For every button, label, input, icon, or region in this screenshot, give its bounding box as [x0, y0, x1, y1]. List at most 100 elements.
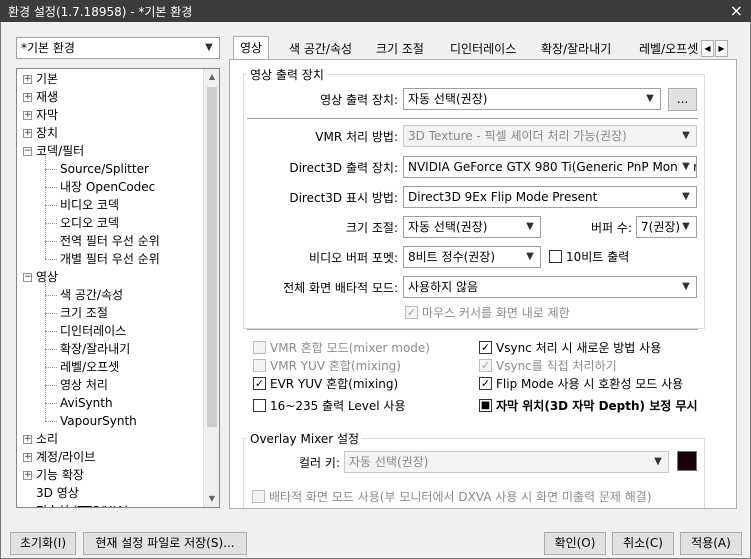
- collapse-icon[interactable]: −: [23, 147, 32, 156]
- tree-item[interactable]: 색 공간/속성: [60, 286, 123, 304]
- tree-item-label: 개별 필터 우선 순위: [60, 252, 160, 266]
- output-device-more-button[interactable]: ...: [668, 88, 697, 111]
- tab-level-offset[interactable]: 레벨/오프셋: [633, 38, 701, 60]
- tree-item-label: 색 공간/속성: [60, 288, 124, 302]
- evr-yuv-checkbox[interactable]: ✓ EVR YUV 혼합(mixing): [253, 376, 398, 392]
- profile-select[interactable]: *기본 환경 ▼: [16, 37, 220, 59]
- tab-scroll-right-icon[interactable]: ▶: [715, 40, 728, 57]
- check-icon[interactable]: ✓: [405, 306, 418, 319]
- expand-icon[interactable]: +: [23, 75, 32, 84]
- tree-item[interactable]: 크기 조절: [60, 304, 108, 322]
- subtitle-depth-checkbox[interactable]: ■ 자막 위치(3D 자막 Depth) 보정 무시: [479, 398, 698, 414]
- check-icon[interactable]: ✓: [479, 377, 492, 390]
- tree-item[interactable]: − 코덱/필터: [23, 142, 84, 160]
- tree-item[interactable]: + 자막: [23, 106, 58, 124]
- chevron-down-icon: ▼: [526, 221, 534, 232]
- exclusive-mode-select[interactable]: 사용하지 않음 ▼: [403, 276, 697, 298]
- buffer-format-select[interactable]: 8비트 정수(권장) ▼: [403, 246, 541, 268]
- expand-icon[interactable]: +: [23, 453, 32, 462]
- resize-select[interactable]: 자동 선택(권장) ▼: [403, 216, 541, 238]
- tree-item[interactable]: Source/Splitter: [60, 160, 149, 178]
- close-icon[interactable]: ×: [730, 1, 743, 20]
- tree-item[interactable]: 3D 영상: [23, 484, 79, 502]
- tab-resize[interactable]: 크기 조절: [370, 38, 430, 60]
- tab-expand-crop[interactable]: 확장/잘라내기: [535, 38, 617, 60]
- tree-item-label: 전송설 (TTS/UIA): [36, 504, 129, 507]
- color-key-select[interactable]: 자동 선택(권장) ▼: [344, 451, 669, 473]
- check-icon[interactable]: ✓: [253, 377, 266, 390]
- checkbox-box[interactable]: [253, 341, 266, 354]
- expand-icon[interactable]: +: [23, 111, 32, 120]
- mouse-confine-checkbox[interactable]: ✓ 마우스 커서를 화면 내로 제한: [405, 305, 570, 321]
- tree-item[interactable]: + 재생: [23, 88, 58, 106]
- tree-item-label: 레벨/오프셋: [60, 360, 120, 374]
- tree-item[interactable]: − 영상: [23, 268, 58, 286]
- tree-item[interactable]: + 계정/라이브: [23, 448, 95, 466]
- vmr-method-value: 3D Texture - 픽셀 셰이더 처리 가능(권장): [408, 129, 627, 143]
- tree-item[interactable]: 비디오 코덱: [60, 196, 119, 214]
- check-icon[interactable]: ✓: [479, 359, 492, 372]
- ok-button[interactable]: 확인(O): [544, 532, 606, 555]
- tab-deinterlace[interactable]: 디인터레이스: [444, 38, 522, 60]
- vmr-mixer-checkbox[interactable]: VMR 혼합 모드(mixer mode): [253, 340, 430, 356]
- tree-scrollbar[interactable]: ▲ ▼: [203, 69, 219, 507]
- checkbox-box[interactable]: [252, 490, 265, 503]
- tree-item[interactable]: + 전송설 (TTS/UIA): [23, 502, 129, 508]
- d3d-device-select[interactable]: NVIDIA GeForce GTX 980 Ti(Generic PnP Mo…: [403, 156, 697, 178]
- tree-connector: [45, 403, 57, 404]
- scroll-up-icon[interactable]: ▲: [204, 69, 219, 85]
- tree-item[interactable]: 내장 OpenCodec: [60, 178, 155, 196]
- checkbox-box[interactable]: [253, 399, 266, 412]
- checkbox-box[interactable]: [253, 359, 266, 372]
- collapse-icon[interactable]: −: [23, 273, 32, 282]
- scroll-down-icon[interactable]: ▼: [204, 491, 219, 507]
- vmr-yuv-checkbox[interactable]: VMR YUV 혼합(mixing): [253, 358, 401, 374]
- tree-item-label: 크기 조절: [60, 306, 108, 320]
- scroll-thumb[interactable]: [207, 87, 217, 427]
- tree-item[interactable]: 오디오 코덱: [60, 214, 119, 232]
- tree-item-label: 계정/라이브: [36, 450, 96, 464]
- tree-item[interactable]: 레벨/오프셋: [60, 358, 119, 376]
- tree-item[interactable]: + 장치: [23, 124, 58, 142]
- cancel-button[interactable]: 취소(C): [612, 532, 674, 555]
- color-key-swatch[interactable]: [677, 451, 697, 471]
- tree-item[interactable]: 확장/잘라내기: [60, 340, 130, 358]
- tree-item[interactable]: + 기본: [23, 70, 58, 88]
- check-icon[interactable]: ✓: [479, 341, 492, 354]
- vmr-method-select[interactable]: 3D Texture - 픽셀 셰이더 처리 가능(권장) ▼: [403, 125, 697, 147]
- expand-icon[interactable]: +: [24, 507, 32, 508]
- tree-item[interactable]: 디인터레이스: [60, 322, 126, 340]
- tree-item[interactable]: + 기능 확장: [23, 466, 84, 484]
- tree-item[interactable]: AviSynth: [60, 394, 113, 412]
- tree-item[interactable]: 개별 필터 우선 순위: [60, 250, 160, 268]
- exclusive-dxva-checkbox[interactable]: 배타적 화면 모드 사용(부 모니터에서 DXVA 사용 시 화면 미출력 문제…: [252, 489, 652, 505]
- buffer-count-select[interactable]: 7(권장) ▼: [636, 216, 697, 238]
- tab-scroll-left-icon[interactable]: ◀: [701, 40, 714, 57]
- evr-yuv-label: EVR YUV 혼합(mixing): [270, 377, 399, 391]
- indeterminate-icon[interactable]: ■: [479, 399, 492, 412]
- output-device-select[interactable]: 자동 선택(권장) ▼: [403, 88, 661, 110]
- reset-button[interactable]: 초기화(I): [10, 532, 76, 555]
- expand-icon[interactable]: +: [23, 471, 32, 480]
- expand-icon[interactable]: +: [23, 435, 32, 444]
- checkbox-box[interactable]: [549, 250, 562, 263]
- vsync-new-checkbox[interactable]: ✓ Vsync 처리 시 새로운 방법 사용: [479, 340, 661, 356]
- tenbit-output-checkbox[interactable]: 10비트 출력: [549, 249, 629, 265]
- save-file-button[interactable]: 현재 설정 파일로 저장(S)...: [83, 532, 247, 555]
- vsync-direct-checkbox[interactable]: ✓ Vsync를 직접 처리하기: [479, 358, 617, 374]
- flip-compat-checkbox[interactable]: ✓ Flip Mode 사용 시 호환성 모드 사용: [479, 376, 683, 392]
- apply-button[interactable]: 적용(A): [680, 532, 742, 555]
- vmr-yuv-label: VMR YUV 혼합(mixing): [270, 359, 401, 373]
- expand-icon[interactable]: +: [23, 93, 32, 102]
- tab-color-space[interactable]: 색 공간/속성: [283, 38, 358, 60]
- expand-icon[interactable]: +: [23, 129, 32, 138]
- tree-item[interactable]: 영상 처리: [60, 376, 108, 394]
- settings-tree[interactable]: ▲ ▼ + 기본 + 재생 + 자막 + 장치 − 코덱/필터 Source/Splitter 내장 …: [16, 68, 220, 508]
- tab-video[interactable]: 영상: [233, 36, 270, 60]
- tree-item[interactable]: + 소리: [23, 430, 58, 448]
- level-16-235-checkbox[interactable]: 16~235 출력 Level 사용: [253, 398, 406, 414]
- tree-item[interactable]: VapourSynth: [60, 412, 137, 430]
- level-16-235-label: 16~235 출력 Level 사용: [270, 399, 406, 413]
- tree-item[interactable]: 전역 필터 우선 순위: [60, 232, 160, 250]
- d3d-mode-select[interactable]: Direct3D 9Ex Flip Mode Present ▼: [403, 186, 697, 208]
